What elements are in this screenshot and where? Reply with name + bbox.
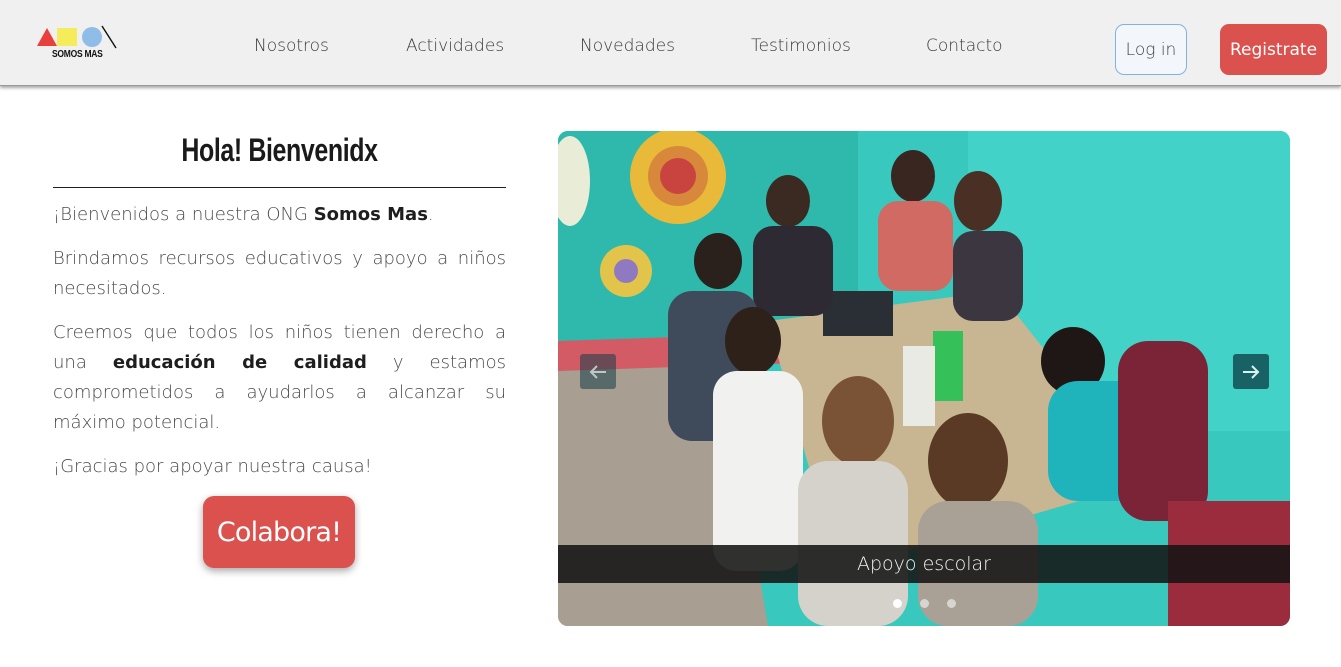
welcome-section: Hola! Bienvenidx ¡Bienvenidos a nuestra … [53, 128, 506, 482]
nav-item-actividades[interactable]: Actividades [406, 36, 504, 56]
logo-text: SOMOS MAS [52, 49, 103, 60]
quality-education-emphasis: educación de calidad [112, 352, 367, 373]
colabora-button[interactable]: Colabora! [203, 496, 355, 568]
carousel-next-button[interactable] [1233, 354, 1269, 389]
nav-item-testimonios[interactable]: Testimonios [751, 36, 851, 56]
carousel-caption: Apoyo escolar [558, 545, 1290, 583]
p1-end: . [427, 204, 434, 225]
register-button[interactable]: Registrate [1220, 24, 1327, 75]
welcome-paragraph-3: Creemos que todos los niños tienen derec… [53, 318, 506, 438]
carousel-dot-3[interactable] [947, 599, 956, 608]
org-name: Somos Mas [313, 204, 428, 225]
nav-item-contacto[interactable]: Contacto [926, 36, 1003, 56]
arrow-right-icon [1243, 364, 1260, 379]
carousel-dot-2[interactable] [920, 599, 929, 608]
welcome-paragraph-4: ¡Gracias por apoyar nuestra causa! [53, 456, 372, 477]
carousel-indicators [893, 599, 957, 611]
activity-carousel[interactable]: Apoyo escolar [558, 131, 1290, 626]
welcome-paragraph-2: Brindamos recursos educativos y apoyo a … [53, 248, 506, 299]
login-button[interactable]: Log in [1115, 24, 1187, 75]
carousel-prev-button[interactable] [580, 354, 616, 389]
nav-item-nosotros[interactable]: Nosotros [254, 36, 329, 56]
carousel-dot-1[interactable] [893, 599, 902, 608]
site-header: SOMOS MAS Nosotros Actividades Novedades… [0, 0, 1341, 86]
somos-mas-logo[interactable]: SOMOS MAS [36, 24, 120, 64]
welcome-title: Hola! Bienvenidx [181, 132, 378, 168]
p1-text: ¡Bienvenidos a nuestra ONG [53, 204, 314, 225]
title-divider [53, 187, 506, 188]
welcome-paragraph-1: ¡Bienvenidos a nuestra ONG Somos Mas. [53, 200, 506, 230]
nav-item-novedades[interactable]: Novedades [580, 36, 675, 56]
arrow-left-icon [589, 364, 606, 379]
